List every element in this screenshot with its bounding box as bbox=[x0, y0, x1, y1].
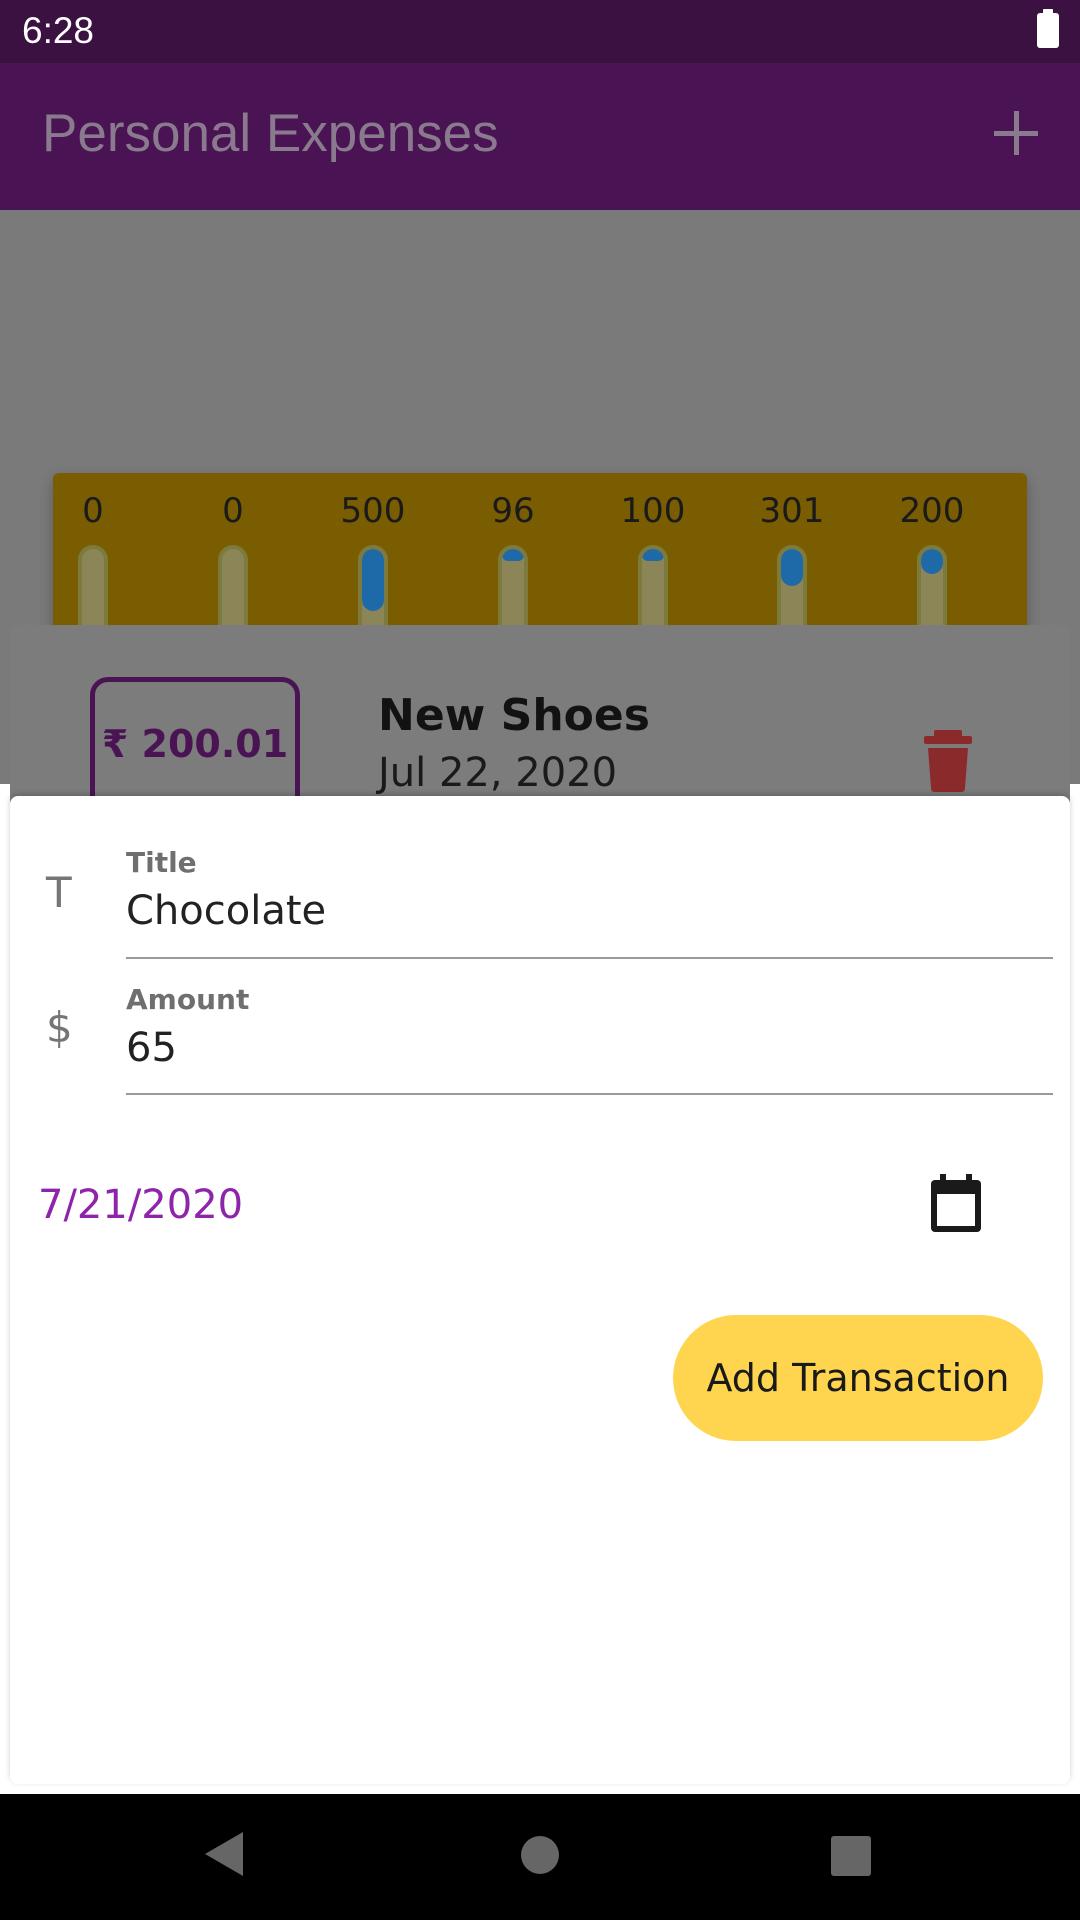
trash-icon[interactable] bbox=[920, 728, 976, 792]
title-input[interactable]: Chocolate bbox=[126, 888, 326, 934]
plus-icon[interactable] bbox=[985, 103, 1047, 165]
battery-icon bbox=[1037, 9, 1059, 48]
bar-fill bbox=[362, 549, 384, 611]
title-underline bbox=[126, 957, 1053, 959]
bar-fill bbox=[781, 549, 803, 586]
bar-amount: 0 bbox=[82, 491, 104, 531]
bar-fill bbox=[921, 549, 943, 574]
bar-amount: 100 bbox=[620, 491, 686, 531]
bar-fill bbox=[502, 549, 524, 561]
navigation-bar bbox=[0, 1794, 1080, 1920]
text-icon: T bbox=[46, 868, 72, 917]
bar-amount: 0 bbox=[222, 491, 244, 531]
bar-amount: 200 bbox=[899, 491, 965, 531]
amount-underline bbox=[126, 1093, 1053, 1095]
home-icon[interactable] bbox=[521, 1836, 559, 1874]
bar-fill bbox=[642, 549, 664, 561]
bar-amount: 301 bbox=[759, 491, 825, 531]
transaction-title: New Shoes bbox=[378, 690, 650, 741]
back-icon[interactable] bbox=[205, 1832, 243, 1876]
bar-amount: 500 bbox=[340, 491, 406, 531]
title-label: Title bbox=[126, 846, 197, 879]
recents-icon[interactable] bbox=[831, 1836, 871, 1876]
amount-label: Amount bbox=[126, 983, 250, 1016]
status-bar: 6:28 bbox=[0, 0, 1080, 63]
selected-date: 7/21/2020 bbox=[38, 1182, 244, 1228]
app-bar: Personal Expenses bbox=[0, 63, 1080, 210]
transaction-amount: ₹ 200.01 bbox=[101, 722, 289, 766]
transaction-card: ₹ 200.01 New Shoes Jul 22, 2020 bbox=[10, 625, 1070, 827]
status-time: 6:28 bbox=[22, 10, 95, 51]
calendar-icon[interactable] bbox=[928, 1174, 984, 1234]
amount-input[interactable]: 65 bbox=[126, 1025, 177, 1071]
bar-amount: 96 bbox=[491, 491, 535, 531]
new-transaction-sheet: T Title Chocolate $ Amount 65 7/21/2020 … bbox=[10, 796, 1070, 1784]
transaction-date: Jul 22, 2020 bbox=[378, 750, 618, 796]
add-transaction-button[interactable]: Add Transaction bbox=[673, 1315, 1043, 1441]
dollar-icon: $ bbox=[46, 1003, 73, 1052]
page-title: Personal Expenses bbox=[42, 104, 499, 163]
